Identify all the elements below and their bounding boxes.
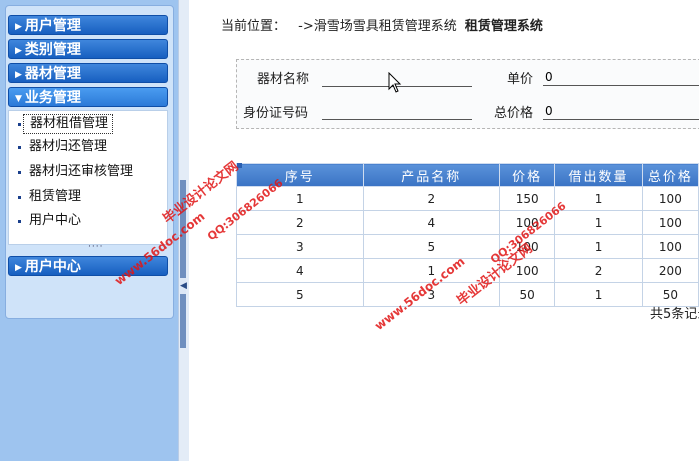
pointer-cursor-icon: [388, 72, 402, 93]
cell-product: 1: [362, 258, 500, 283]
cell-total: 100: [641, 234, 699, 259]
cell-quantity: 1: [554, 186, 643, 211]
cell-product: 2: [362, 186, 500, 211]
cell-total: 100: [641, 186, 699, 211]
cell-price: 100: [498, 210, 556, 235]
table-viewport: 序号 产品名称 价格 借出数量 总价格 1 2 150 1 100 2 4 10…: [0, 0, 699, 461]
col-header-index[interactable]: 序号: [236, 163, 364, 187]
col-header-quantity[interactable]: 借出数量: [554, 163, 643, 187]
cell-index: 3: [236, 234, 364, 259]
rental-table: 序号 产品名称 价格 借出数量 总价格 1 2 150 1 100 2 4 10…: [236, 163, 699, 307]
cell-quantity: 2: [554, 258, 643, 283]
cell-total: 100: [641, 210, 699, 235]
table-header-row: 序号 产品名称 价格 借出数量 总价格: [236, 163, 699, 187]
table-row[interactable]: 1 2 150 1 100: [236, 186, 699, 211]
cell-quantity: 1: [554, 282, 643, 307]
cell-product: 5: [362, 234, 500, 259]
cell-price: 100: [498, 234, 556, 259]
cell-total: 200: [641, 258, 699, 283]
table-corner-marker: [237, 163, 242, 168]
cell-quantity: 1: [554, 210, 643, 235]
pager-summary: 共5条记录: [650, 307, 699, 322]
col-header-total[interactable]: 总价格: [641, 163, 699, 187]
cell-index: 4: [236, 258, 364, 283]
cell-index: 2: [236, 210, 364, 235]
table-row[interactable]: 4 1 100 2 200: [236, 258, 699, 283]
cell-price: 150: [498, 186, 556, 211]
col-header-price[interactable]: 价格: [498, 163, 556, 187]
table-row[interactable]: 3 5 100 1 100: [236, 234, 699, 259]
cell-product: 4: [362, 210, 500, 235]
table-row[interactable]: 2 4 100 1 100: [236, 210, 699, 235]
cell-price: 100: [498, 258, 556, 283]
cell-price: 50: [498, 282, 556, 307]
table-row[interactable]: 5 3 50 1 50: [236, 282, 699, 307]
cell-index: 5: [236, 282, 364, 307]
col-header-product[interactable]: 产品名称: [362, 163, 500, 187]
cell-index: 1: [236, 186, 364, 211]
cell-quantity: 1: [554, 234, 643, 259]
cell-product: 3: [362, 282, 500, 307]
